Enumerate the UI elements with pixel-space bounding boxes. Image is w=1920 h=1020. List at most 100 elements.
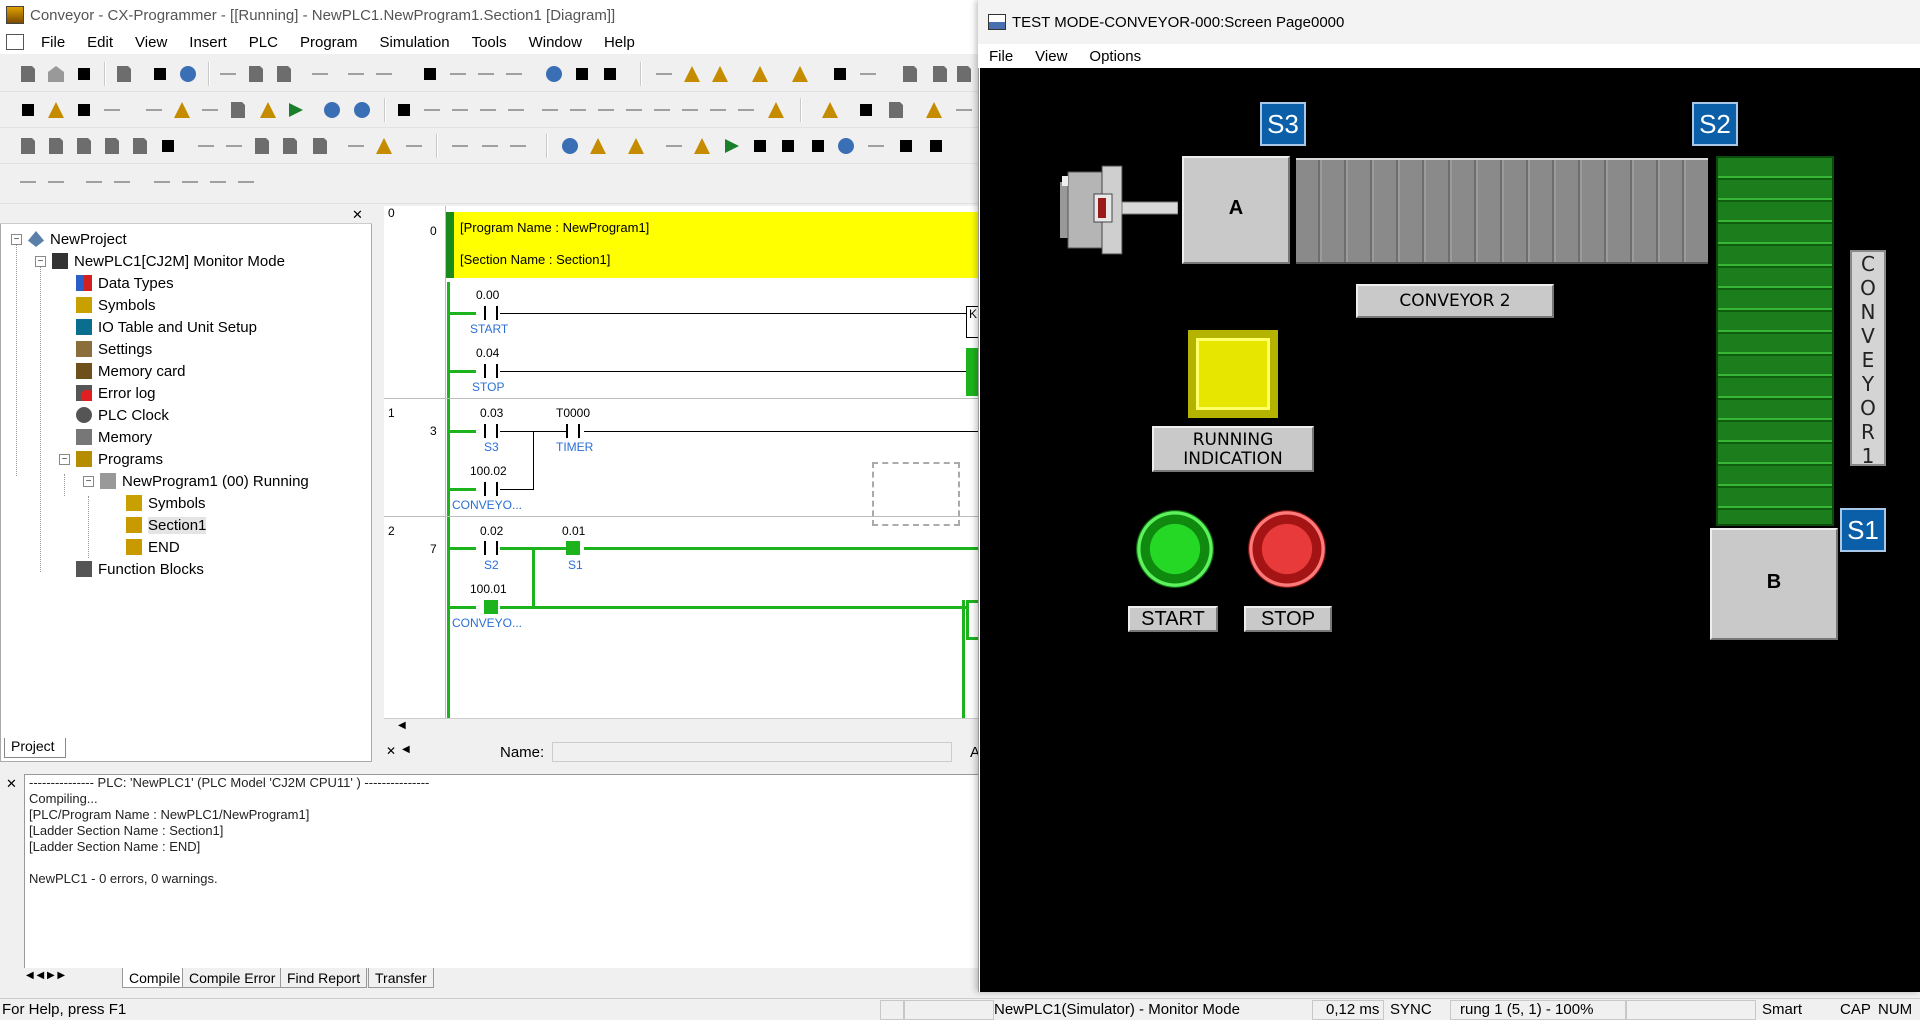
new-line-connect-icon[interactable] [738,109,754,111]
sim-break-icon[interactable] [628,138,644,154]
show-io-table-icon[interactable] [260,102,276,118]
tree-collapse-icon[interactable]: − [11,234,22,245]
online-simulator-icon[interactable] [684,66,700,82]
tab-scroll-icon[interactable]: ◀ ◀ ▶ ▶ [26,970,65,981]
zoom-out-icon[interactable] [104,109,120,111]
new-fb-icon[interactable] [710,109,726,111]
contact-stop[interactable] [484,364,498,378]
tree-item-io-table[interactable]: IO Table and Unit Setup [76,316,257,338]
up-arrow-icon[interactable] [452,145,468,147]
contact-s1-nc[interactable] [566,541,580,555]
menu-program[interactable]: Program [289,34,369,51]
sim-stop-icon[interactable] [754,140,766,152]
tree-item-settings[interactable]: Settings [76,338,152,360]
pause-monitor-icon[interactable] [860,73,876,75]
cut-icon[interactable] [220,73,236,75]
help-icon[interactable] [576,68,588,80]
sim-fast-forward-icon[interactable] [900,140,912,152]
monitor-mode-icon[interactable] [957,66,971,82]
tree-item-error-log[interactable]: Error log [76,382,156,404]
sim-menu-file[interactable]: File [978,48,1024,65]
online-icon[interactable] [656,73,672,75]
print-preview-icon[interactable] [117,66,131,82]
zoom-in-icon[interactable] [48,102,64,118]
base-10-signed-icon[interactable] [376,138,392,154]
select-mode-icon[interactable] [398,104,410,116]
new-file-icon[interactable] [21,66,35,82]
data-trace-icon[interactable] [926,102,942,118]
tree-item-symbols[interactable]: Symbols [76,294,156,316]
time-chart-icon[interactable] [956,109,972,111]
sim-breakpoint-icon[interactable] [694,138,710,154]
document-system-icon[interactable] [6,34,24,50]
tree-collapse-icon[interactable]: − [83,476,94,487]
menu-tools[interactable]: Tools [461,34,518,51]
vertical-line-icon[interactable] [542,109,558,111]
tab-compile-error[interactable]: Compile Error [182,968,283,988]
properties-view-icon[interactable] [133,138,147,154]
new-pt-icon[interactable] [682,109,698,111]
project-view-icon[interactable] [21,138,35,154]
tree-item-plc[interactable]: NewPLC1[CJ2M] Monitor Mode [52,250,285,272]
zoom-fit-icon[interactable] [78,104,90,116]
tab-transfer[interactable]: Transfer [368,968,434,988]
sim-step-icon[interactable] [812,140,824,152]
rung-tool-4-icon[interactable] [238,181,254,183]
ct-icon[interactable] [354,102,370,118]
tree-item-newproject[interactable]: NewProject [28,228,127,250]
menu-help[interactable]: Help [593,34,646,51]
address-ref-icon[interactable] [105,138,119,154]
upload-icon[interactable] [482,145,498,147]
comments-icon[interactable] [174,102,190,118]
sim-settings-icon[interactable] [590,138,606,154]
info-icon[interactable] [546,66,562,82]
download-icon[interactable] [510,145,526,147]
close-icon[interactable]: ✕ [6,776,17,792]
menu-window[interactable]: Window [518,34,593,51]
tree-item-plc-clock[interactable]: PLC Clock [76,404,169,426]
replace-icon[interactable] [450,73,466,75]
sim-pause-icon[interactable] [666,145,682,147]
compare-icon[interactable] [792,66,808,82]
menu-plc[interactable]: PLC [238,34,289,51]
monitor-icon[interactable] [834,68,846,80]
stop-pushbutton[interactable] [1248,510,1326,588]
delete-line-icon[interactable] [768,102,784,118]
list-indent-icon[interactable] [114,181,130,183]
new-closed-contact-icon[interactable] [452,109,468,111]
new-or-closed-contact-icon[interactable] [508,109,524,111]
monitor-in-hex-icon[interactable] [231,102,245,118]
sma-icon[interactable] [324,102,340,118]
io-comment-icon[interactable] [313,138,327,154]
tree-collapse-icon[interactable]: − [35,256,46,267]
tree-item-data-types[interactable]: Data Types [76,272,174,294]
close-icon[interactable]: ✕ [386,744,396,758]
name-field[interactable] [552,742,952,762]
indent-icon[interactable] [20,181,36,183]
sim-pause-icon-2[interactable] [782,140,794,152]
rung-tool-3-icon[interactable] [210,181,226,183]
online-auto-icon[interactable] [712,66,728,82]
context-help-icon[interactable] [604,68,616,80]
open-folder-icon[interactable] [48,66,64,82]
sim-connect-icon[interactable] [562,138,578,154]
tab-find-report[interactable]: Find Report [280,968,368,988]
tree-item-memory-card[interactable]: Memory card [76,360,186,382]
horizontal-line-icon[interactable] [570,109,586,111]
tab-project[interactable]: Project [4,738,66,758]
sim-menu-view[interactable]: View [1024,48,1078,65]
save-icon[interactable] [78,68,90,80]
global-symbols-icon[interactable] [283,138,297,154]
local-symbols-icon[interactable] [255,138,269,154]
menu-insert[interactable]: Insert [178,34,238,51]
show-properties-icon[interactable] [289,103,303,117]
start-pushbutton[interactable] [1136,510,1214,588]
redo-icon[interactable] [376,73,392,75]
print-icon[interactable] [154,68,166,80]
tree-item-section1[interactable]: Section1 [126,514,207,536]
new-or-contact-icon[interactable] [480,109,496,111]
tree-collapse-icon[interactable]: − [59,454,70,465]
new-instruction-icon[interactable] [654,109,670,111]
debug-mode-icon[interactable] [933,66,947,82]
menu-edit[interactable]: Edit [76,34,124,51]
